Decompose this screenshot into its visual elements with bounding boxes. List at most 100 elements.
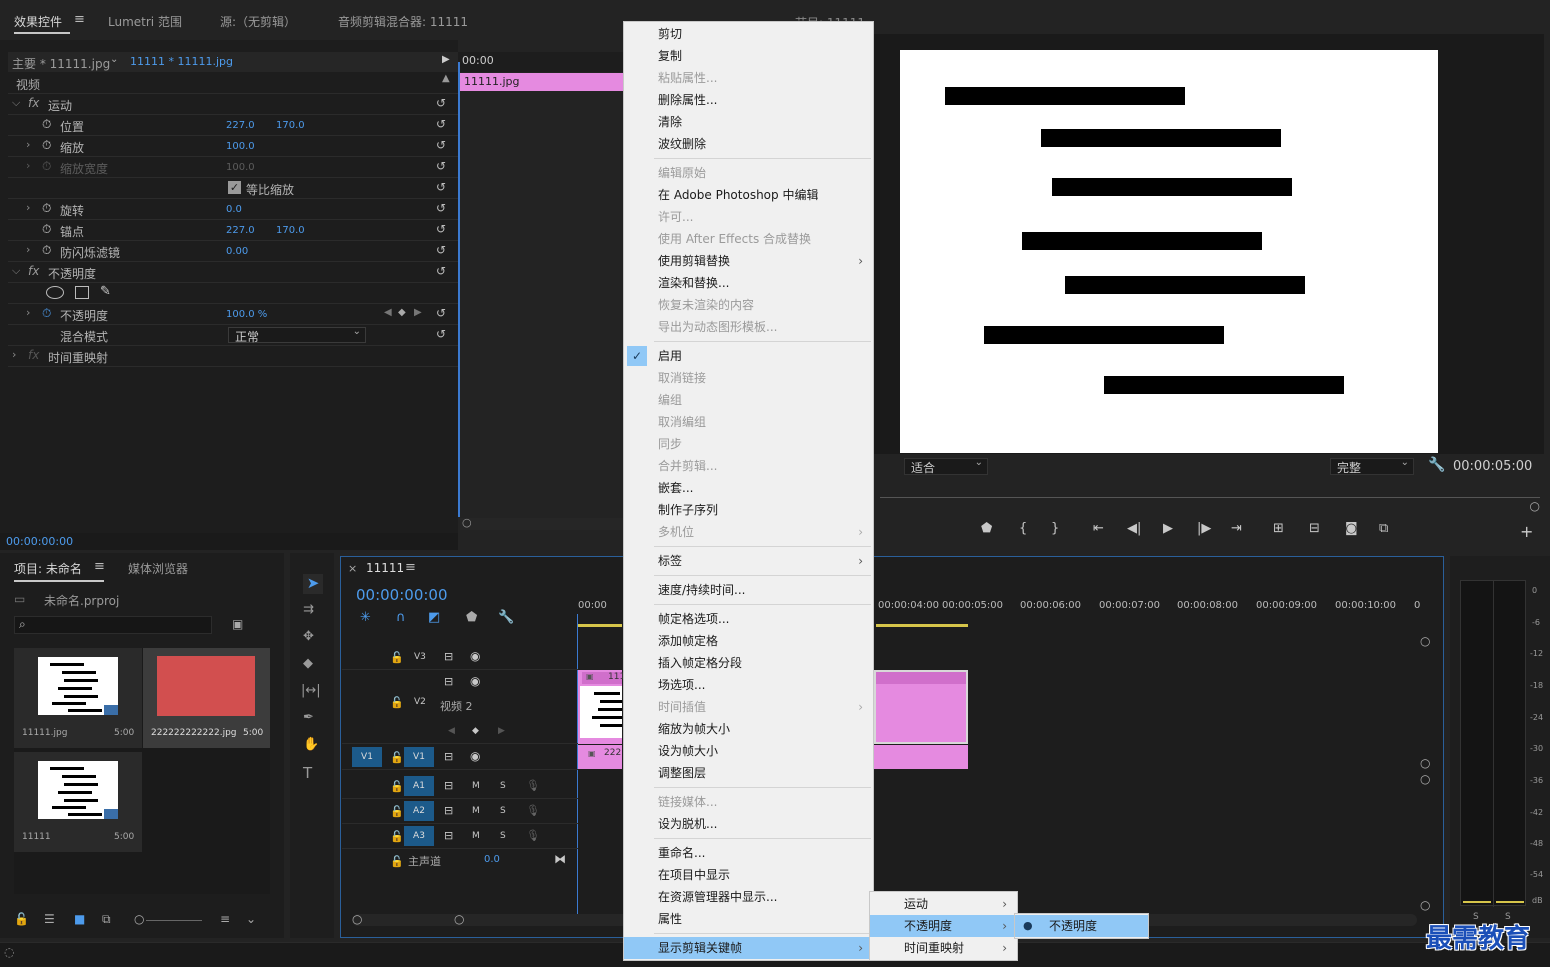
stopwatch-icon[interactable]: ⏱: [42, 117, 51, 132]
prop-scale[interactable]: › ⏱ 缩放 100.0 ↺: [8, 136, 458, 157]
effects-timecode[interactable]: 00:00:00:00: [6, 535, 73, 548]
add-keyframe-icon[interactable]: ◆: [472, 726, 479, 736]
timeline-timecode[interactable]: 00:00:00:00: [356, 586, 448, 604]
sync-lock-icon[interactable]: ⊟: [444, 804, 453, 817]
mini-timeline-ruler[interactable]: 00:00: [458, 52, 623, 72]
program-ruler[interactable]: [880, 488, 1540, 498]
track-target-a3[interactable]: A3: [404, 826, 434, 846]
scroll-handle-icon[interactable]: ○: [462, 516, 472, 529]
track-a2[interactable]: 🔓 A2 ⊟ M S 🎙: [342, 799, 578, 824]
zoom-slider-handle-icon[interactable]: ○: [134, 912, 144, 926]
next-keyframe-icon[interactable]: ▶: [414, 307, 422, 318]
timeline-vertical-scrollbar[interactable]: ○ ○ ○ ○: [1418, 634, 1434, 912]
submenu-item-time-remap[interactable]: 时间重映射 ›: [870, 937, 1017, 959]
wrench-icon[interactable]: 🔧: [498, 610, 514, 625]
reset-icon[interactable]: ↺: [436, 264, 446, 278]
solo-button[interactable]: S: [500, 831, 506, 841]
menu-item-reveal-in-project[interactable]: 在项目中显示: [624, 864, 873, 886]
stopwatch-icon[interactable]: ⏱: [42, 138, 51, 153]
wrench-icon[interactable]: 🔧: [1428, 457, 1445, 473]
prop-anchor[interactable]: ⏱ 锚点 227.0 170.0 ↺: [8, 220, 458, 241]
menu-item-rename[interactable]: 重命名...: [624, 842, 873, 864]
menu-item-clear[interactable]: 清除: [624, 111, 873, 133]
menu-item-set-to-frame[interactable]: 设为帧大小: [624, 740, 873, 762]
sync-lock-icon[interactable]: ⊟: [444, 779, 453, 792]
mute-button[interactable]: M: [472, 781, 480, 791]
menu-item-copy[interactable]: 复制: [624, 45, 873, 67]
tab-project[interactable]: 项目: 未命名: [14, 560, 82, 577]
lift-icon[interactable]: ⊞: [1273, 521, 1284, 536]
freeform-view-icon[interactable]: ⧉: [102, 912, 111, 927]
menu-item-show-clip-keyframes[interactable]: 显示剪辑关键帧 ›: [624, 937, 873, 959]
new-bin-icon[interactable]: ▣: [232, 617, 243, 631]
project-item-selected[interactable]: 222222222222.jpg 5:00: [143, 648, 270, 748]
fx-icon[interactable]: fx: [28, 96, 39, 110]
menu-item-label-color[interactable]: 标签 ›: [624, 550, 873, 572]
clip-v2-right[interactable]: [874, 670, 968, 744]
reset-icon[interactable]: ↺: [436, 159, 446, 173]
opacity-value[interactable]: 100.0 %: [226, 309, 267, 320]
sort-icon[interactable]: ≡: [220, 912, 230, 926]
close-tab-icon[interactable]: ×: [348, 562, 357, 575]
anchor-y-value[interactable]: 170.0: [276, 225, 305, 236]
prop-antiflicker[interactable]: › ⏱ 防闪烁滤镜 0.00 ↺: [8, 241, 458, 262]
prev-keyframe-icon[interactable]: ◀: [448, 726, 455, 736]
step-forward-icon[interactable]: |▶: [1197, 521, 1211, 536]
clip-v1-right[interactable]: [874, 745, 968, 769]
track-target-a2[interactable]: A2: [404, 801, 434, 821]
scroll-handle-icon[interactable]: ○: [1420, 898, 1430, 912]
pen-tool-icon[interactable]: ✒: [303, 710, 314, 725]
menu-item-frame-hold-options[interactable]: 帧定格选项...: [624, 608, 873, 630]
go-to-out-icon[interactable]: ⇥: [1231, 521, 1242, 536]
pen-mask-icon[interactable]: ✎: [100, 284, 111, 299]
chevron-down-icon[interactable]: ⌄: [246, 912, 256, 926]
menu-item-replace-with-clip[interactable]: 使用剪辑替换 ›: [624, 250, 873, 272]
lock-icon[interactable]: 🔓: [390, 830, 404, 843]
blend-mode-select[interactable]: 正常 ⌄: [228, 326, 366, 344]
reset-icon[interactable]: ↺: [436, 243, 446, 257]
microphone-icon[interactable]: 🎙: [526, 804, 540, 817]
panel-menu-icon[interactable]: ≡: [74, 12, 85, 27]
slip-tool-icon[interactable]: |↔|: [301, 683, 321, 698]
list-view-icon[interactable]: ☰: [44, 912, 55, 926]
zoom-handle-icon[interactable]: ○: [1530, 499, 1540, 513]
lock-icon[interactable]: 🔓: [14, 912, 29, 926]
stopwatch-icon[interactable]: ⏱: [42, 243, 51, 258]
play-only-icon[interactable]: ▶: [442, 54, 450, 65]
track-a3[interactable]: 🔓 A3 ⊟ M S 🎙: [342, 824, 578, 849]
timeline-ruler-right[interactable]: 00:00:04:00 00:00:05:00 00:00:06:00 00:0…: [876, 598, 1422, 628]
stopwatch-icon[interactable]: ⏱: [42, 222, 51, 237]
menu-item-enable[interactable]: ✓ 启用: [624, 345, 873, 367]
menu-item-field-options[interactable]: 场选项...: [624, 674, 873, 696]
menu-item-make-subsequence[interactable]: 制作子序列: [624, 499, 873, 521]
project-item[interactable]: 11111 5:00: [14, 752, 142, 852]
zoom-slider[interactable]: [146, 920, 202, 921]
effect-opacity[interactable]: ⌵ fx 不透明度 ↺: [8, 262, 458, 283]
mini-clip-bar[interactable]: 11111.jpg: [460, 73, 623, 91]
tab-media-browser[interactable]: 媒体浏览器: [128, 560, 188, 577]
clip-v1-left[interactable]: ▣ 222: [578, 745, 622, 769]
work-area-bar[interactable]: [876, 624, 968, 627]
track-v1[interactable]: V1 🔓 V1 ⊟ ◉: [342, 745, 578, 770]
add-marker-icon[interactable]: ⬟: [466, 610, 477, 625]
go-to-end-icon[interactable]: ⧓: [554, 852, 566, 866]
project-item[interactable]: 11111.jpg 5:00: [14, 648, 142, 748]
twirl-down-icon[interactable]: ⌵: [12, 264, 20, 278]
mini-playhead[interactable]: [458, 62, 460, 517]
eye-icon[interactable]: ◉: [470, 749, 480, 763]
reset-icon[interactable]: ↺: [436, 306, 446, 320]
menu-item-edit-in-photoshop[interactable]: 在 Adobe Photoshop 中编辑: [624, 184, 873, 206]
twirl-right-icon[interactable]: ›: [26, 243, 30, 256]
menu-item-render-and-replace[interactable]: 渲染和替换...: [624, 272, 873, 294]
sync-lock-icon[interactable]: ⊟: [444, 675, 453, 688]
scroll-handle-icon[interactable]: ○: [454, 912, 464, 926]
next-keyframe-icon[interactable]: ▶: [498, 726, 505, 736]
tab-audio-clip-mixer[interactable]: 音频剪辑混合器: 11111: [338, 13, 468, 30]
microphone-icon[interactable]: 🎙: [526, 779, 540, 792]
twirl-down-icon[interactable]: ⌵: [12, 96, 20, 110]
reset-icon[interactable]: ↺: [436, 117, 446, 131]
source-patch-v1[interactable]: V1: [352, 747, 382, 767]
twirl-right-icon[interactable]: ›: [12, 348, 16, 361]
prop-uniform-scale[interactable]: ✓ 等比缩放 ↺: [8, 178, 458, 199]
twirl-right-icon[interactable]: ›: [26, 306, 30, 319]
